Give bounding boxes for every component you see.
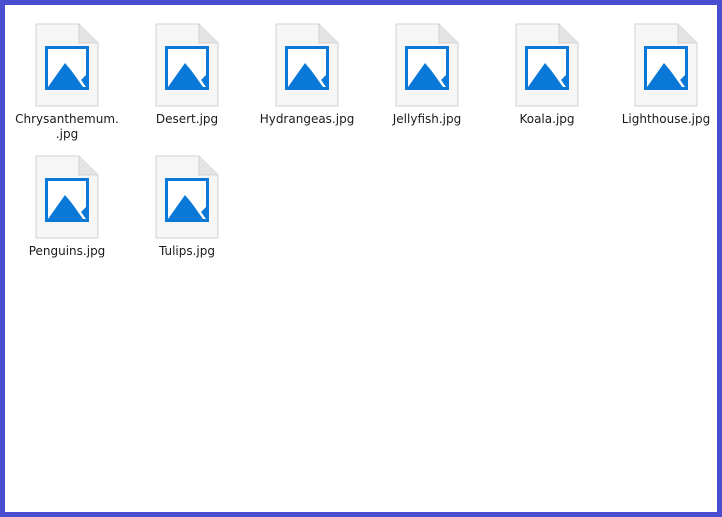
file-item-penguins[interactable]: Penguins.jpg: [7, 143, 127, 273]
file-item-chrysanthemum[interactable]: Chrysanthemum. .jpg: [7, 11, 127, 141]
file-item-hydrangeas[interactable]: Hydrangeas.jpg: [247, 11, 367, 141]
image-file-icon: [155, 155, 219, 239]
explorer-window: Chrysanthemum. .jpg Desert.jpg Hydrangea…: [0, 0, 722, 517]
image-file-icon: [35, 23, 99, 107]
file-name: Jellyfish.jpg: [392, 112, 462, 126]
image-file-icon: [275, 23, 339, 107]
file-name: Chrysanthemum. .jpg: [15, 112, 119, 141]
file-item-lighthouse[interactable]: Lighthouse.jpg: [606, 11, 722, 141]
file-grid: Chrysanthemum. .jpg Desert.jpg Hydrangea…: [5, 5, 717, 512]
file-name: Tulips.jpg: [158, 244, 216, 258]
image-file-icon: [155, 23, 219, 107]
file-name: Lighthouse.jpg: [621, 112, 711, 126]
file-item-desert[interactable]: Desert.jpg: [127, 11, 247, 141]
file-name: Hydrangeas.jpg: [259, 112, 355, 126]
file-name: Koala.jpg: [519, 112, 575, 126]
file-item-tulips[interactable]: Tulips.jpg: [127, 143, 247, 273]
file-item-koala[interactable]: Koala.jpg: [487, 11, 607, 141]
image-file-icon: [515, 23, 579, 107]
file-name: Penguins.jpg: [28, 244, 106, 258]
image-file-icon: [395, 23, 459, 107]
file-name: Desert.jpg: [155, 112, 219, 126]
image-file-icon: [634, 23, 698, 107]
image-file-icon: [35, 155, 99, 239]
file-item-jellyfish[interactable]: Jellyfish.jpg: [367, 11, 487, 141]
